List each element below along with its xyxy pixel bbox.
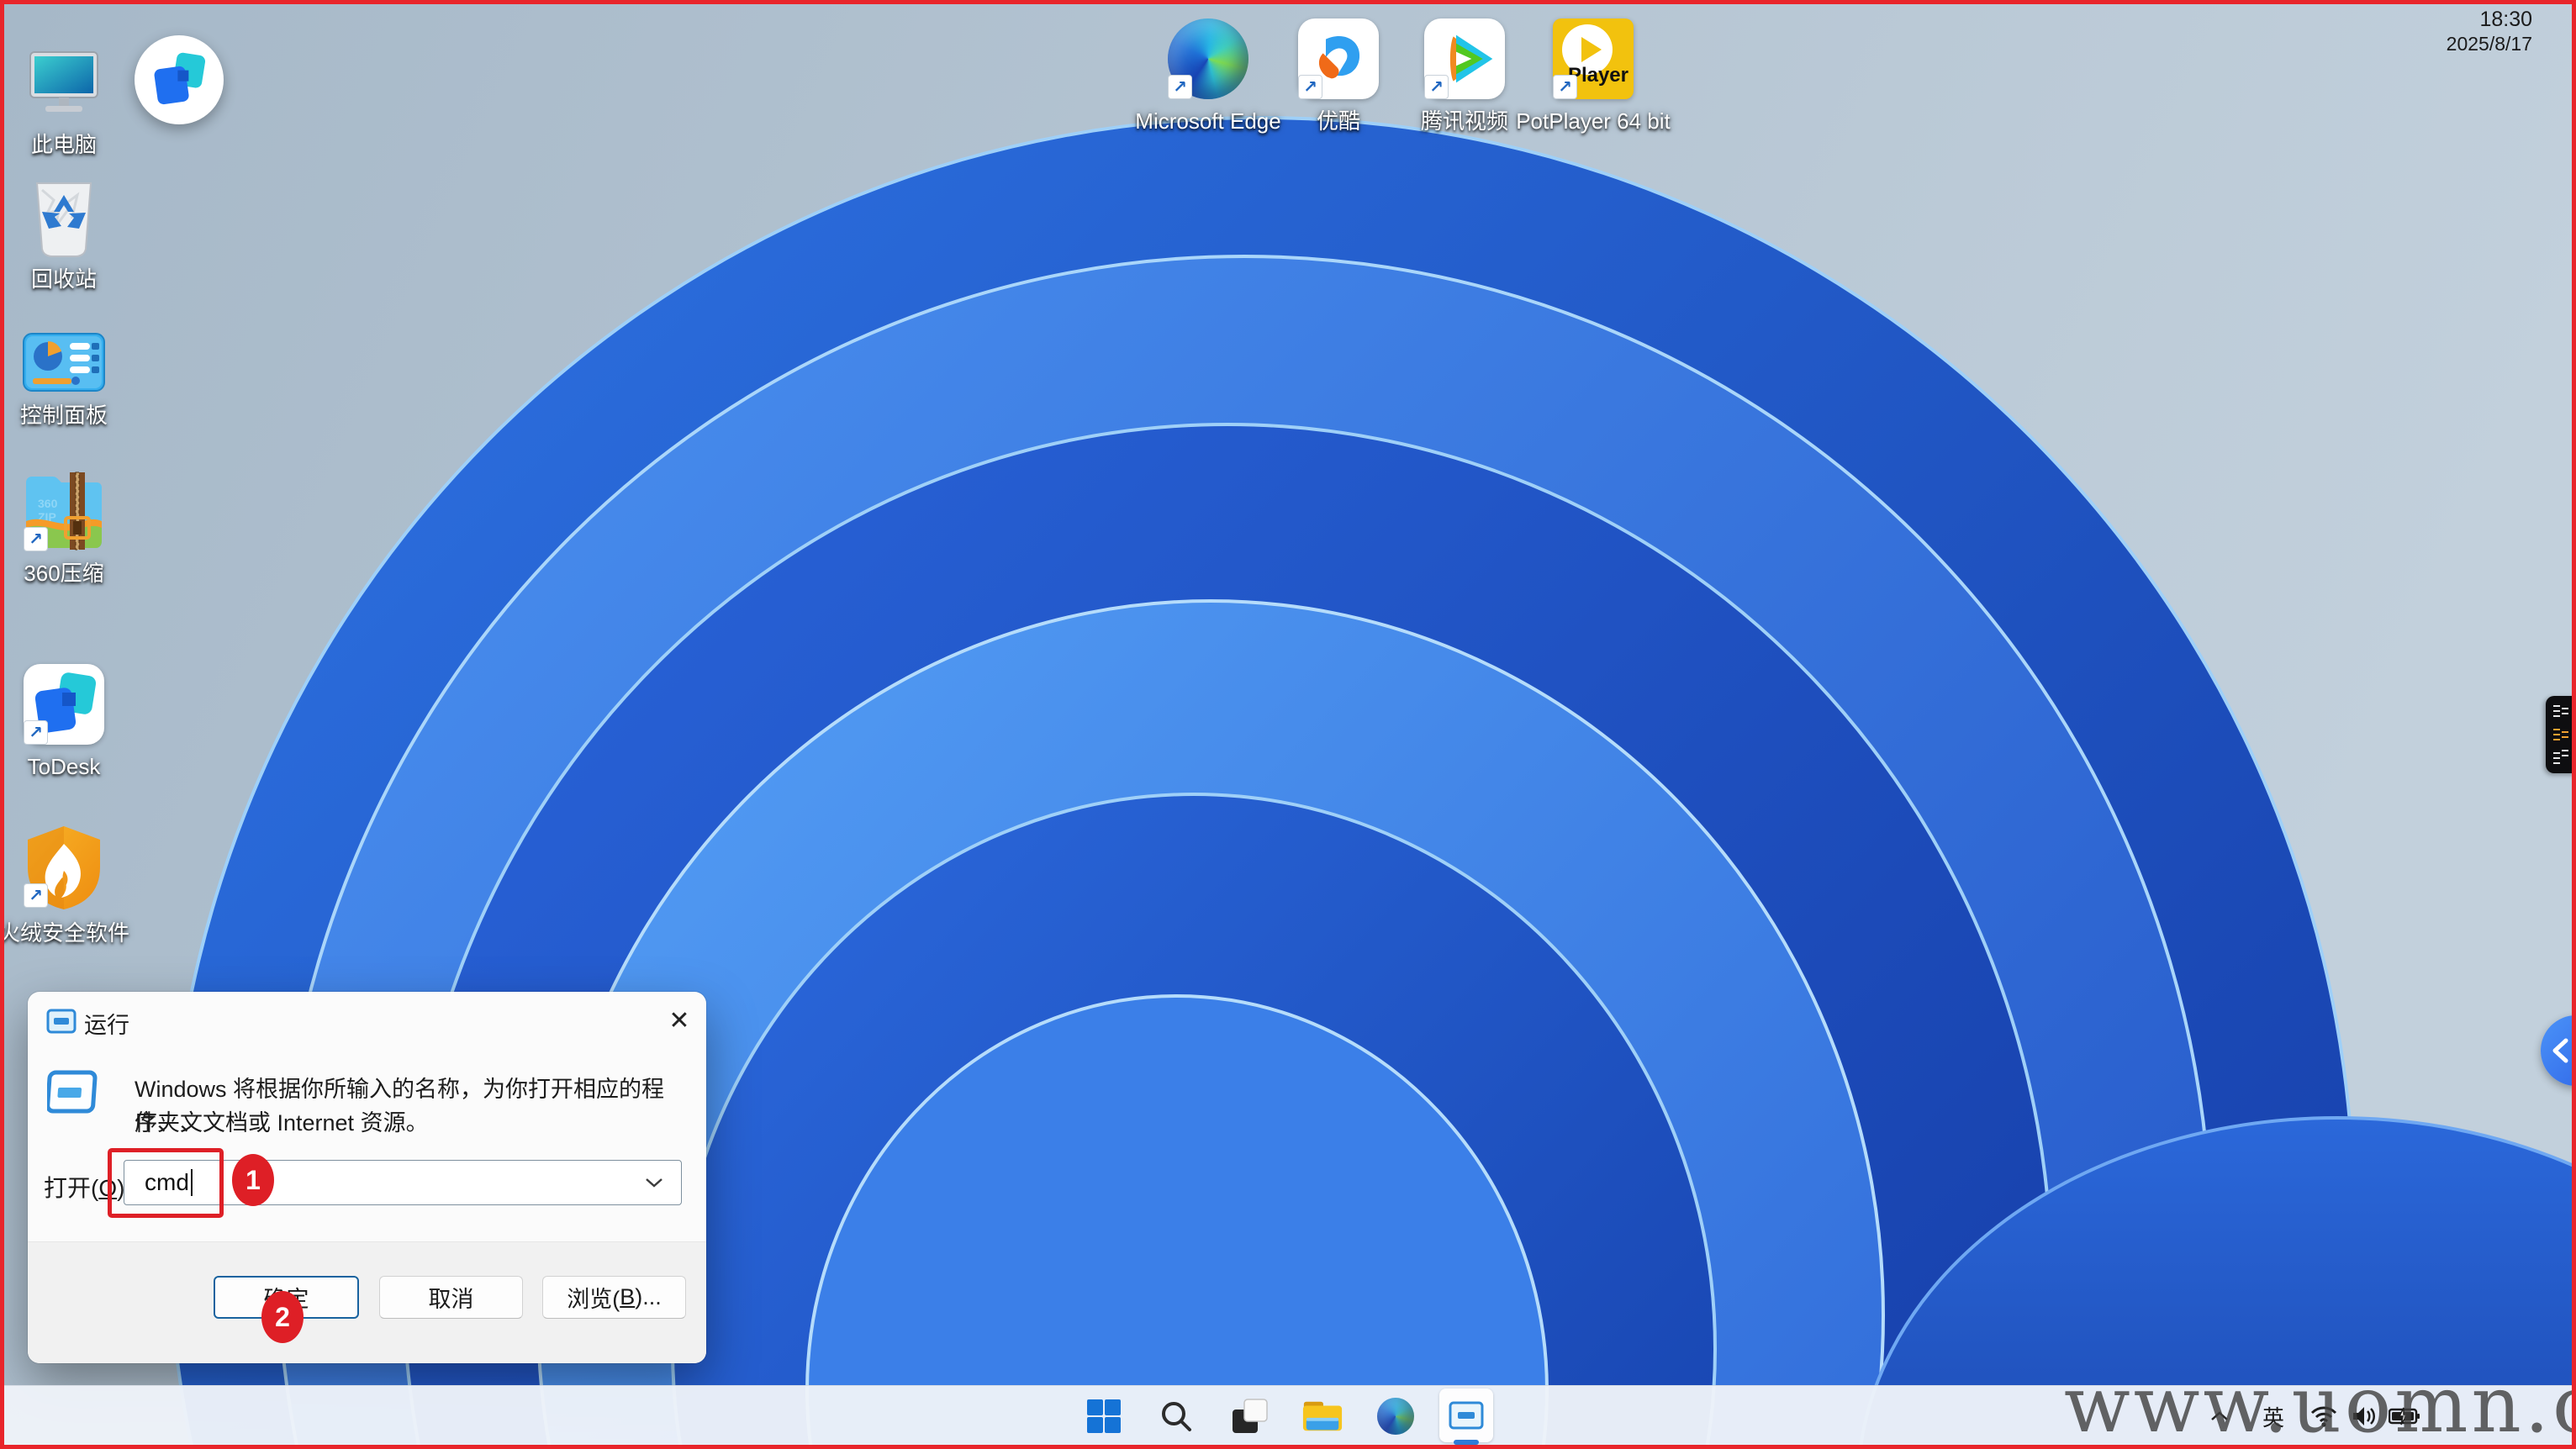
360zip-icon: 360 ZIP: [22, 469, 106, 553]
desktop-icon-label: 火绒安全软件: [0, 919, 129, 947]
shortcut-arrow-icon: [24, 883, 48, 908]
annotation-step-1: 1: [232, 1154, 274, 1206]
run-dialog-body-icon: [47, 1066, 99, 1120]
desktop-icon-huorong[interactable]: 火绒安全软件: [0, 822, 135, 947]
control-panel-icon: [22, 329, 106, 395]
search-icon: [1159, 1399, 1194, 1434]
combo-dropdown-button[interactable]: [634, 1161, 674, 1204]
desktop-icon-potplayer[interactable]: Player PotPlayer 64 bit: [1513, 17, 1673, 135]
huorong-shield-icon: [22, 822, 106, 913]
docked-sidebar-handle[interactable]: [2546, 696, 2576, 773]
edge-icon: [1377, 1398, 1414, 1435]
run-dialog-title: 运行: [84, 1007, 129, 1040]
desktop-icon-label: 360压缩: [24, 560, 103, 588]
task-view-button[interactable]: [1228, 1396, 1270, 1436]
todesk-floating-ball[interactable]: [135, 35, 224, 124]
shortcut-arrow-icon: [1168, 75, 1192, 99]
desktop-icon-this-pc[interactable]: 此电脑: [0, 40, 135, 159]
start-button[interactable]: [1083, 1396, 1125, 1436]
cancel-button[interactable]: 取消: [379, 1276, 523, 1319]
shortcut-arrow-icon: [1424, 75, 1449, 99]
desktop-icon-label: 控制面板: [20, 402, 108, 429]
desktop-icon-recycle-bin[interactable]: 回收站: [0, 175, 135, 293]
desktop-icon-todesk[interactable]: ToDesk: [0, 662, 135, 781]
windows-desktop: 此电脑 回收站: [0, 0, 2576, 1449]
desktop-icon-label: 此电脑: [31, 131, 97, 159]
shortcut-arrow-icon: [1298, 75, 1322, 99]
run-app-taskbar-button[interactable]: [1439, 1388, 1493, 1442]
desktop-icon-control-panel[interactable]: 控制面板: [0, 329, 135, 429]
annotation-step-2: 2: [261, 1291, 304, 1343]
run-app-icon: [1449, 1401, 1484, 1430]
chevron-down-icon: [645, 1177, 663, 1188]
todesk-icon: [22, 662, 106, 746]
chevron-left-icon: [2549, 1038, 2571, 1063]
run-dialog-title-icon: [46, 1009, 77, 1034]
desktop-icon-label: 优酷: [1317, 108, 1360, 135]
edge-taskbar-button[interactable]: [1375, 1396, 1417, 1436]
run-dialog-description-line2: 件夹、文档或 Internet 资源。: [135, 1106, 689, 1140]
desktop-icon-label: ToDesk: [28, 753, 101, 781]
file-explorer-button[interactable]: [1301, 1396, 1343, 1436]
search-button[interactable]: [1155, 1396, 1197, 1436]
dock-handle-dashes-icon: [2550, 701, 2572, 768]
tray-clock[interactable]: 18:30 2025/8/17: [2431, 7, 2532, 55]
watermark-text: www.uomn.cn: [2064, 1360, 2576, 1449]
desktop-icon-label: PotPlayer 64 bit: [1516, 108, 1671, 135]
tray-date: 2025/8/17: [2431, 32, 2532, 55]
shortcut-arrow-icon: [24, 720, 48, 745]
browse-button[interactable]: 浏览(B)...: [542, 1276, 686, 1319]
windows-start-icon: [1085, 1398, 1122, 1435]
this-pc-icon: [22, 40, 106, 124]
youku-icon: [1296, 17, 1380, 101]
svg-text:360: 360: [38, 497, 58, 510]
tray-time: 18:30: [2431, 7, 2532, 32]
annotation-highlight-box: [108, 1148, 224, 1218]
file-explorer-icon: [1301, 1398, 1343, 1435]
edge-icon: [1166, 17, 1250, 101]
task-view-icon: [1230, 1397, 1269, 1436]
desktop-icon-label: 腾讯视频: [1421, 108, 1508, 135]
desktop-icon-label: 回收站: [31, 266, 97, 293]
desktop-icon-360zip[interactable]: 360 ZIP 360压缩: [0, 469, 135, 588]
todesk-logo-icon: [146, 47, 212, 113]
shortcut-arrow-icon: [1553, 75, 1577, 99]
tencent-video-icon: [1423, 17, 1507, 101]
recycle-bin-icon: [22, 175, 106, 259]
active-app-indicator: [1454, 1440, 1479, 1445]
close-icon[interactable]: ✕: [657, 1002, 701, 1039]
shortcut-arrow-icon: [24, 527, 48, 551]
potplayer-icon: Player: [1551, 17, 1635, 101]
